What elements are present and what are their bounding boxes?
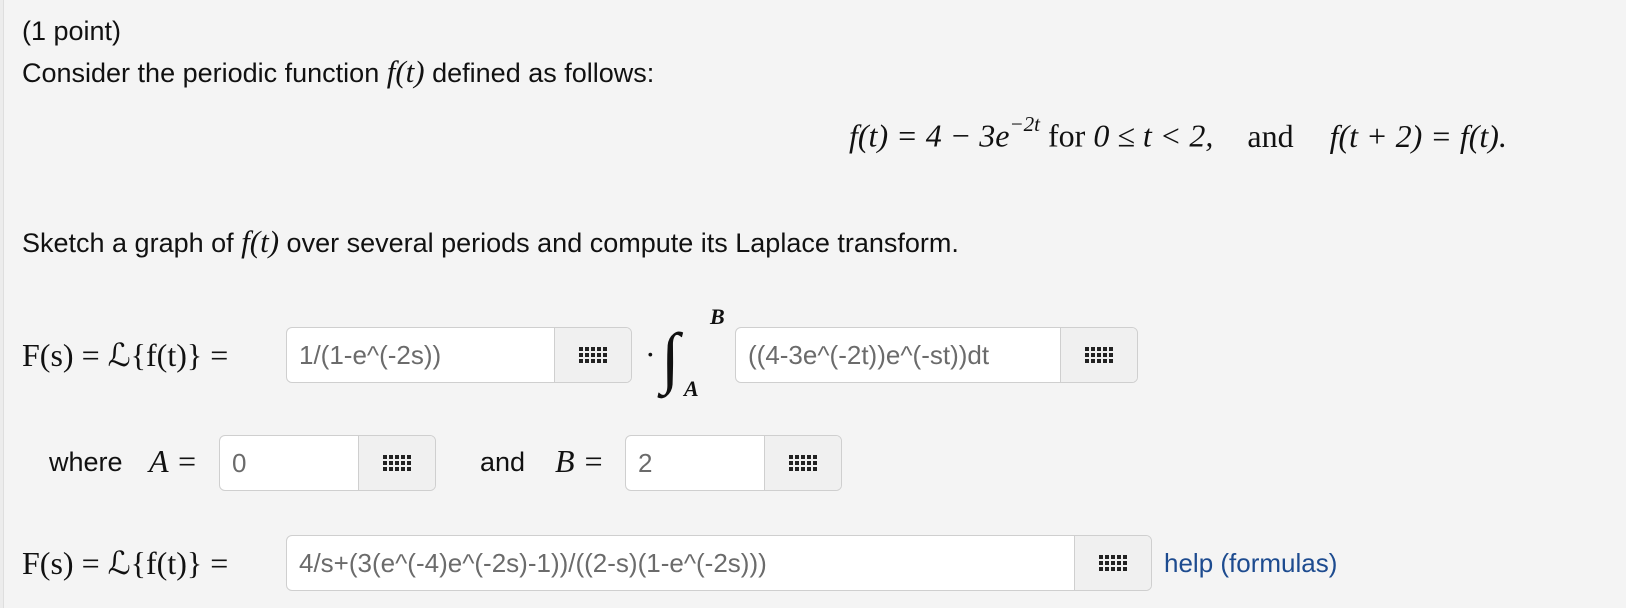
integrand-field[interactable] bbox=[735, 327, 1138, 383]
final-answer-input[interactable] bbox=[287, 536, 1074, 590]
sketch-after: over several periods and compute its Lap… bbox=[286, 228, 959, 258]
periodic-factor-input[interactable] bbox=[287, 328, 554, 382]
keypad-button[interactable] bbox=[1060, 328, 1137, 382]
def-periodic: f(t + 2) = f(t). bbox=[1329, 117, 1507, 154]
def-for: for bbox=[1048, 117, 1086, 154]
def-lhs: f(t) = 4 − 3e bbox=[849, 117, 1010, 154]
def-range: 0 ≤ t < 2, bbox=[1093, 117, 1214, 154]
intro-text: Consider the periodic function f(t) defi… bbox=[22, 54, 654, 90]
b-field[interactable] bbox=[625, 435, 842, 491]
integrand-input[interactable] bbox=[736, 328, 1060, 382]
keypad-button[interactable] bbox=[358, 436, 435, 490]
keypad-button[interactable] bbox=[1074, 536, 1151, 590]
grid-icon bbox=[1099, 555, 1127, 571]
grid-icon bbox=[789, 455, 817, 471]
periodic-factor-field[interactable] bbox=[286, 327, 632, 383]
integral-sign: ∫ bbox=[661, 319, 680, 395]
grid-icon bbox=[579, 347, 607, 363]
keypad-button[interactable] bbox=[554, 328, 631, 382]
points-label: (1 point) bbox=[22, 16, 122, 46]
definition-equation: f(t) = 4 − 3e−2t for 0 ≤ t < 2, and f(t … bbox=[849, 112, 1507, 155]
and-label: and bbox=[480, 447, 526, 477]
intro-after: defined as follows: bbox=[432, 58, 655, 88]
def-exp: −2t bbox=[1009, 112, 1040, 136]
help-formulas-link[interactable]: help (formulas) bbox=[1164, 548, 1337, 579]
b-input[interactable] bbox=[626, 436, 764, 490]
row1-lhs: F(s) = ℒ{f(t)} = bbox=[22, 337, 229, 373]
b-label: B = bbox=[555, 443, 605, 479]
where-label: where bbox=[49, 447, 123, 477]
a-label: A = bbox=[149, 443, 198, 479]
grid-icon bbox=[1085, 347, 1113, 363]
integral-upper: B bbox=[710, 304, 725, 329]
intro-before: Consider the periodic function bbox=[22, 58, 380, 88]
f-of-t: f(t) bbox=[386, 54, 425, 89]
row3-lhs: F(s) = ℒ{f(t)} = bbox=[22, 545, 229, 581]
integral-lower: A bbox=[684, 376, 699, 401]
sketch-before: Sketch a graph of bbox=[22, 228, 234, 258]
f-of-t-2: f(t) bbox=[241, 224, 280, 259]
multiply-dot: · bbox=[645, 336, 656, 372]
final-answer-field[interactable] bbox=[286, 535, 1152, 591]
a-field[interactable] bbox=[219, 435, 436, 491]
def-and: and bbox=[1247, 117, 1294, 154]
a-input[interactable] bbox=[220, 436, 358, 490]
keypad-button[interactable] bbox=[764, 436, 841, 490]
grid-icon bbox=[383, 455, 411, 471]
problem-panel: (1 point) Consider the periodic function… bbox=[3, 0, 1626, 608]
sketch-text: Sketch a graph of f(t) over several peri… bbox=[22, 224, 959, 260]
